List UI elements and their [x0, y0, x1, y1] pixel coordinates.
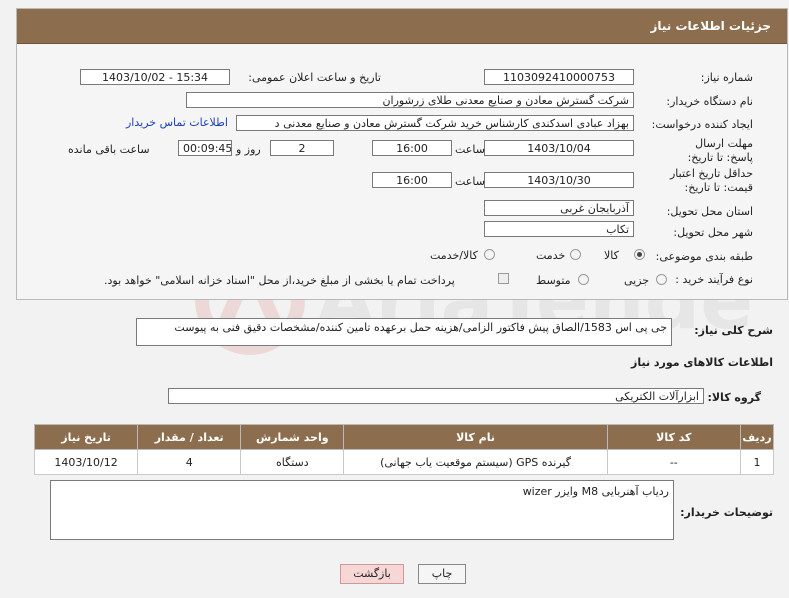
col-row-number: ردیف	[739, 424, 775, 450]
goods-info-title: اطلاعات کالاهای مورد نیاز	[631, 356, 773, 369]
panel-titlebar: جزئیات اطلاعات نیاز	[17, 9, 787, 44]
purchase-minor-label: جزیی	[624, 274, 650, 287]
col-need-date: تاریخ نیاز	[33, 424, 139, 450]
city-field: تکاب	[484, 221, 634, 237]
buyer-notes-field: ردیاب آهنربایی M8 وایزر wizer	[50, 480, 674, 540]
cell-quantity: 4	[137, 449, 242, 475]
category-service-label: خدمت	[536, 249, 566, 262]
reply-date-field: 1403/10/04	[484, 140, 634, 156]
need-number-label: شماره نیاز:	[700, 71, 753, 84]
price-time-label: ساعت	[455, 175, 485, 188]
panel-title: جزئیات اطلاعات نیاز	[650, 19, 771, 33]
treasury-payment-note: پرداخت تمام یا بخشی از مبلغ خرید،از محل …	[104, 274, 455, 287]
category-both-label: کالا/خدمت	[430, 249, 478, 262]
col-unit: واحد شمارش	[240, 424, 345, 450]
reply-time-field: 16:00	[372, 140, 452, 156]
cell-unit: دستگاه	[240, 449, 345, 475]
price-valid-label: حداقل تاریخ اعتبار قیمت: تا تاریخ:	[669, 167, 753, 194]
goods-group-label: گروه کالا:	[707, 391, 761, 404]
purchase-radio-minor[interactable]	[656, 274, 667, 285]
category-goods-label: کالا	[604, 249, 619, 262]
creator-field: بهزاد عبادی اسدکندی کارشناس خرید شرکت گس…	[236, 115, 634, 131]
print-button[interactable]: چاپ	[418, 564, 466, 584]
col-quantity: تعداد / مقدار	[137, 424, 242, 450]
cell-need-date: 1403/10/12	[33, 449, 139, 475]
purchase-radio-medium[interactable]	[578, 274, 589, 285]
days-label: روز و	[236, 143, 261, 156]
col-goods-code: کد کالا	[606, 424, 741, 450]
cell-goods-code: --	[606, 449, 741, 475]
remaining-time-label: ساعت باقی مانده	[68, 143, 150, 156]
buyer-notes-label: توضیحات خریدار:	[680, 506, 773, 519]
announce-field: 1403/10/02 - 15:34	[80, 69, 230, 85]
table-header-row: تاریخ نیاز تعداد / مقدار واحد شمارش نام …	[33, 424, 775, 450]
cell-row-number: 1	[739, 449, 775, 475]
cell-goods-name: گیرنده GPS (سیستم موقعیت یاب جهانی)	[343, 449, 608, 475]
col-goods-name: نام کالا	[343, 424, 608, 450]
reply-time-label: ساعت	[455, 143, 485, 156]
description-field: جی پی اس 1583/الصاق پیش فاکتور الزامی/هز…	[136, 318, 672, 346]
category-radio-goods[interactable]	[634, 249, 645, 260]
announce-label: تاریخ و ساعت اعلان عمومی:	[248, 71, 381, 84]
days-field: 2	[270, 140, 334, 156]
need-number-field: 1103092410000753	[484, 69, 634, 85]
buyer-contact-link[interactable]: اطلاعات تماس خریدار	[126, 116, 228, 129]
price-time-field: 16:00	[372, 172, 452, 188]
province-field: آذربایجان غربی	[484, 200, 634, 216]
buyer-org-label: نام دستگاه خریدار:	[666, 95, 753, 108]
remaining-time-field: 00:09:45	[178, 140, 232, 156]
province-label: استان محل تحویل:	[666, 205, 753, 218]
treasury-payment-checkbox[interactable]	[498, 273, 509, 284]
goods-table: تاریخ نیاز تعداد / مقدار واحد شمارش نام …	[33, 424, 775, 475]
back-button[interactable]: بازگشت	[340, 564, 404, 584]
goods-group-field: ابزارآلات الکتریکی	[168, 388, 704, 404]
reply-deadline-label: مهلت ارسال پاسخ: تا تاریخ:	[687, 137, 753, 164]
buyer-org-field: شرکت گسترش معادن و صنایع معدنی طلای زرشو…	[186, 92, 634, 108]
description-label: شرح کلی نیاز:	[694, 324, 773, 337]
city-label: شهر محل تحویل:	[673, 226, 753, 239]
category-radio-service[interactable]	[570, 249, 581, 260]
category-radio-both[interactable]	[484, 249, 495, 260]
creator-label: ایجاد کننده درخواست:	[651, 118, 753, 131]
purchase-type-label: نوع فرآیند خرید :	[675, 273, 753, 286]
category-label: طبقه بندی موضوعی:	[655, 250, 753, 263]
price-date-field: 1403/10/30	[484, 172, 634, 188]
purchase-medium-label: متوسط	[536, 274, 571, 287]
table-row: 1403/10/12 4 دستگاه گیرنده GPS (سیستم مو…	[33, 449, 775, 475]
